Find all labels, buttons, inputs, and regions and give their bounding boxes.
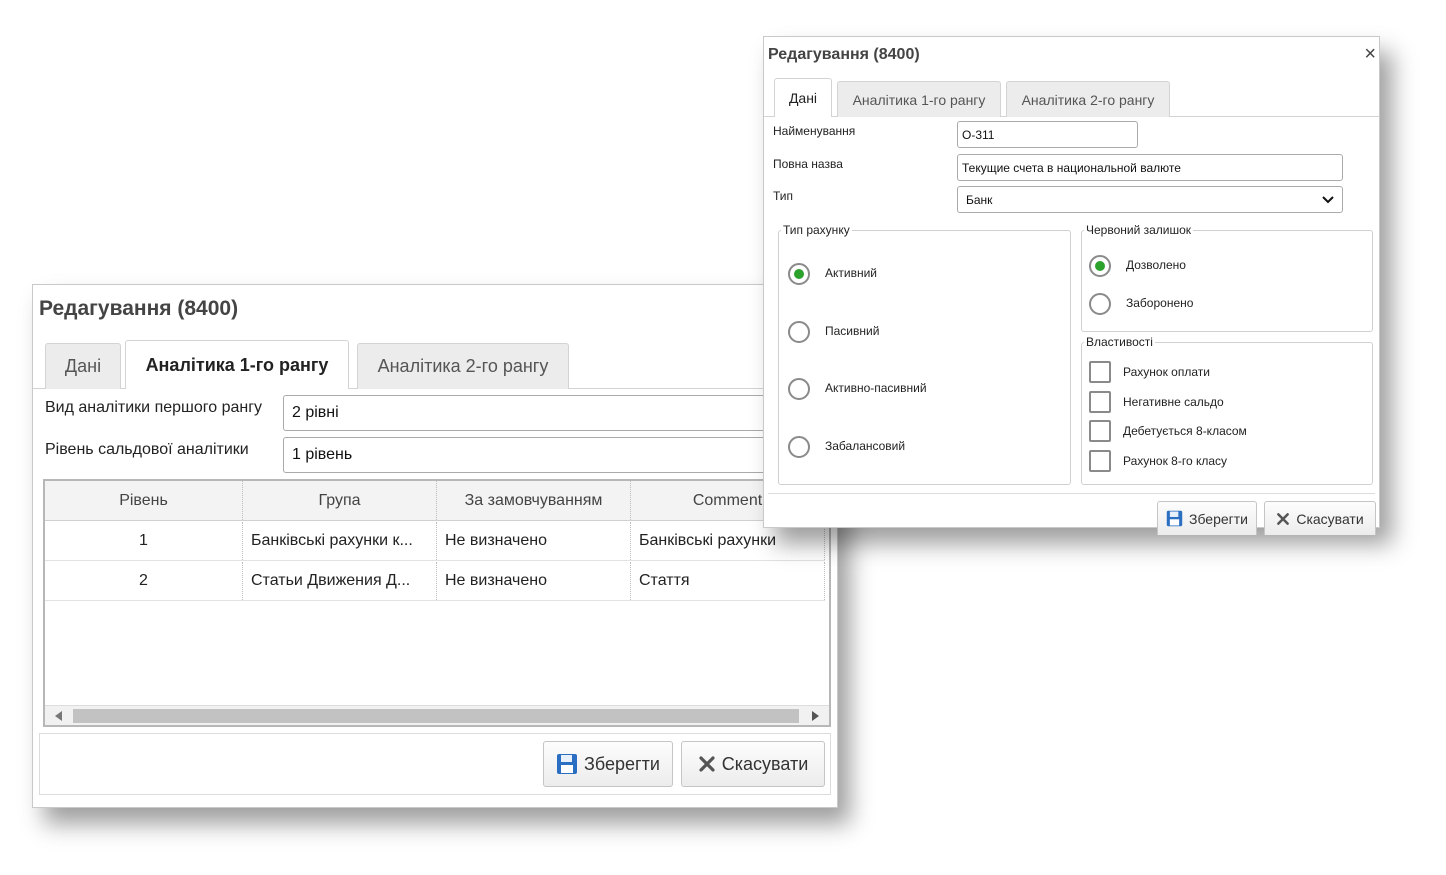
close-x-icon xyxy=(699,756,715,772)
back-save-label: Зберегти xyxy=(584,753,660,774)
cell-group: Банківські рахунки к... xyxy=(243,522,437,560)
back-edit-dialog: Редагування (8400) Дані Аналітика 1-го р… xyxy=(32,284,838,808)
checkbox-class-8-account-label: Рахунок 8-го класу xyxy=(1123,454,1228,468)
name-field[interactable]: О-311 xyxy=(957,121,1138,148)
back-tab-analytics-2[interactable]: Аналітика 2-го рангу xyxy=(357,343,569,389)
front-tab-data[interactable]: Дані xyxy=(774,78,832,117)
radio-active[interactable] xyxy=(788,263,810,285)
red-balance-group: Червоний залишок xyxy=(1081,223,1373,332)
checkbox-payment-account[interactable] xyxy=(1089,361,1111,383)
back-save-button[interactable]: Зберегти xyxy=(543,741,673,787)
radio-passive-label: Пасивний xyxy=(825,324,880,338)
table-row[interactable]: 1 Банківські рахунки к... Не визначено Б… xyxy=(45,522,825,561)
grid-header: Рівень Група За замовчуванням Comment xyxy=(45,481,825,521)
full-name-label: Повна назва xyxy=(773,157,843,171)
close-x-icon xyxy=(1277,512,1290,525)
checkbox-negative-balance-label: Негативне сальдо xyxy=(1123,395,1224,409)
front-save-label: Зберегти xyxy=(1188,510,1248,527)
cell-level: 1 xyxy=(45,522,243,560)
radio-off-balance-label: Забалансовий xyxy=(825,439,906,453)
type-select[interactable]: Банк xyxy=(957,186,1343,213)
front-cancel-button[interactable]: Скасувати xyxy=(1264,501,1376,535)
first-rank-label: Вид аналітики першого рангу xyxy=(45,399,263,416)
scroll-left-arrow-icon[interactable] xyxy=(55,711,62,721)
front-tabs: Дані Аналітика 1-го рангу Аналітика 2-го… xyxy=(764,78,1379,117)
checkbox-debited-class-8[interactable] xyxy=(1089,420,1111,442)
name-label: Найменування xyxy=(773,124,856,138)
cell-default: Не визначено xyxy=(437,562,631,600)
radio-off-balance[interactable] xyxy=(788,436,810,458)
account-type-legend: Тип рахунку xyxy=(783,223,850,237)
col-level[interactable]: Рівень xyxy=(45,481,243,520)
grid-horizontal-scrollbar[interactable] xyxy=(45,705,829,725)
type-label: Тип xyxy=(773,189,794,203)
back-tab-data[interactable]: Дані xyxy=(45,343,121,389)
full-name-field[interactable]: Текущие счета в национальной валюте xyxy=(957,154,1343,181)
radio-active-passive-label: Активно-пасивний xyxy=(825,381,927,395)
col-default[interactable]: За замовчуванням xyxy=(437,481,631,520)
radio-allowed[interactable] xyxy=(1089,255,1111,277)
first-rank-value: 2 рівні xyxy=(292,404,339,421)
front-tab-analytics-1[interactable]: Аналітика 1-го рангу xyxy=(837,81,1001,117)
properties-legend: Властивості xyxy=(1086,335,1153,349)
balance-level-label: Рівень сальдової аналітики xyxy=(45,441,249,458)
radio-passive[interactable] xyxy=(788,321,810,343)
back-tab-analytics-1[interactable]: Аналітика 1-го рангу xyxy=(125,340,349,389)
cell-comment: Стаття xyxy=(631,562,825,600)
checkbox-negative-balance[interactable] xyxy=(1089,391,1111,413)
scroll-right-arrow-icon[interactable] xyxy=(812,711,819,721)
levels-grid: Рівень Група За замовчуванням Comment 1 … xyxy=(43,479,831,727)
scroll-thumb[interactable] xyxy=(73,709,799,723)
back-cancel-button[interactable]: Скасувати xyxy=(681,741,825,787)
back-cancel-label: Скасувати xyxy=(721,753,809,774)
radio-active-passive[interactable] xyxy=(788,378,810,400)
radio-forbidden[interactable] xyxy=(1089,293,1111,315)
table-row[interactable]: 2 Статьи Движения Д... Не визначено Стат… xyxy=(45,562,825,601)
floppy-disk-icon xyxy=(1166,510,1183,527)
cell-level: 2 xyxy=(45,562,243,600)
checkbox-debited-class-8-label: Дебетується 8-класом xyxy=(1123,424,1247,438)
checkbox-payment-account-label: Рахунок оплати xyxy=(1123,365,1210,379)
floppy-disk-icon xyxy=(557,754,578,774)
back-tabs: Дані Аналітика 1-го рангу Аналітика 2-го… xyxy=(33,340,837,389)
radio-active-label: Активний xyxy=(825,266,877,280)
first-rank-select[interactable]: 2 рівні xyxy=(283,395,803,431)
radio-allowed-label: Дозволено xyxy=(1126,258,1186,272)
type-value: Банк xyxy=(966,192,993,207)
balance-level-select[interactable]: 1 рівень xyxy=(283,437,803,473)
account-type-group: Тип рахунку xyxy=(778,223,1071,485)
cell-default: Не визначено xyxy=(437,522,631,560)
balance-level-value: 1 рівень xyxy=(292,446,353,463)
close-icon[interactable]: × xyxy=(1364,43,1376,66)
checkbox-class-8-account[interactable] xyxy=(1089,450,1111,472)
front-cancel-label: Скасувати xyxy=(1296,510,1364,527)
chevron-down-icon xyxy=(1322,195,1334,203)
front-tab-analytics-2[interactable]: Аналітика 2-го рангу xyxy=(1006,81,1170,117)
red-balance-legend: Червоний залишок xyxy=(1086,223,1192,237)
back-dialog-title: Редагування (8400) xyxy=(39,297,239,320)
col-group[interactable]: Група xyxy=(243,481,437,520)
front-save-button[interactable]: Зберегти xyxy=(1157,501,1257,535)
radio-forbidden-label: Заборонено xyxy=(1126,296,1194,310)
cell-group: Статьи Движения Д... xyxy=(243,562,437,600)
front-dialog-title: Редагування (8400) xyxy=(768,46,920,63)
front-edit-dialog: Редагування (8400) × Дані Аналітика 1-го… xyxy=(763,36,1380,535)
